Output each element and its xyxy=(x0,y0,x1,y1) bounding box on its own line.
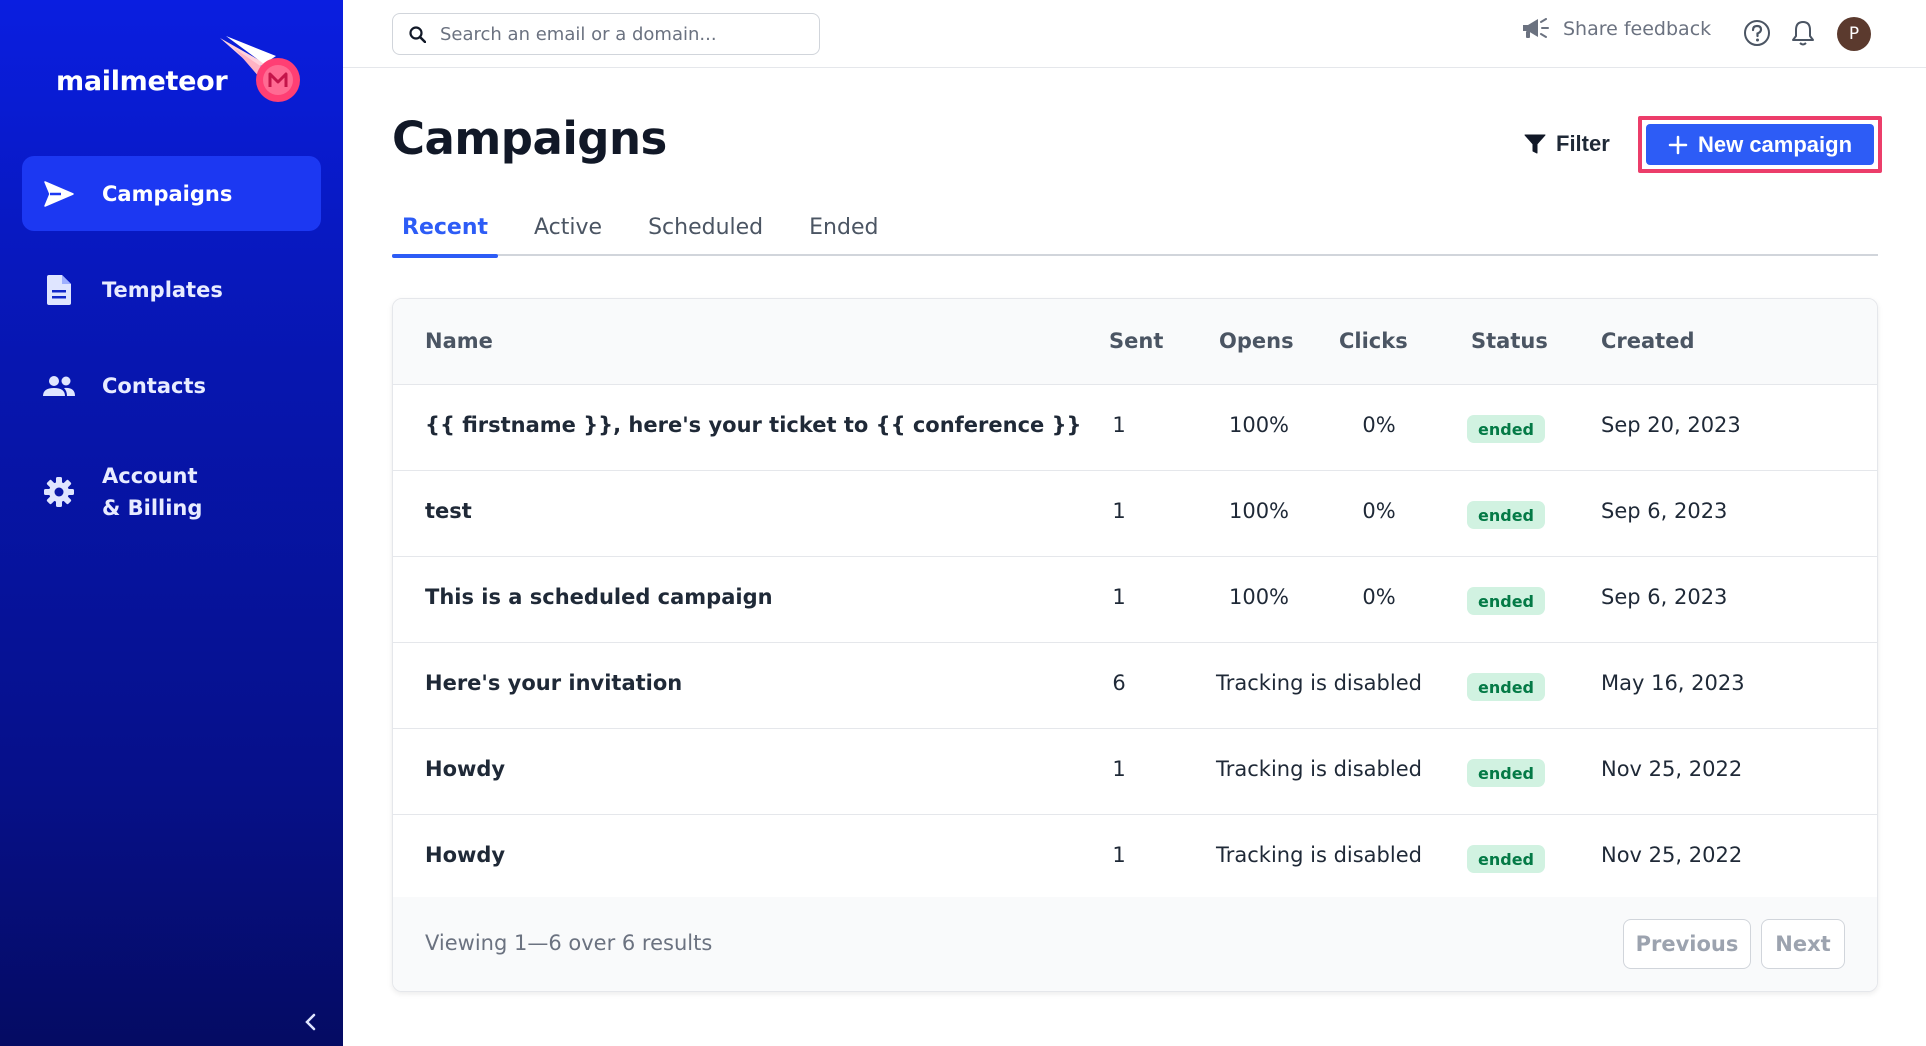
clicks-rate: 0% xyxy=(1362,585,1396,609)
filter-button[interactable]: Filter xyxy=(1502,118,1632,170)
created-date: May 16, 2023 xyxy=(1601,671,1745,695)
campaign-name[interactable]: Howdy xyxy=(425,757,505,781)
sidebar-item-account-billing[interactable]: Account & Billing xyxy=(22,444,321,540)
campaign-tabs: Recent Active Scheduled Ended xyxy=(392,208,1878,258)
new-campaign-button[interactable]: New campaign xyxy=(1646,124,1874,165)
created-date: Sep 20, 2023 xyxy=(1601,413,1741,437)
collapse-sidebar-button[interactable] xyxy=(296,1008,324,1036)
share-feedback-label: Share feedback xyxy=(1563,18,1712,40)
pagination-summary: Viewing 1—6 over 6 results xyxy=(425,931,713,955)
table-row[interactable]: test 1 100% 0% ended Sep 6, 2023 xyxy=(393,471,1877,557)
plus-icon xyxy=(1668,135,1688,154)
status-badge: ended xyxy=(1467,415,1545,443)
logo[interactable]: mailmeteor xyxy=(56,36,300,102)
table-row[interactable]: Howdy 1 Tracking is disabled ended Nov 2… xyxy=(393,729,1877,815)
sent-count: 1 xyxy=(1112,843,1126,867)
send-icon xyxy=(42,177,76,211)
sidebar-item-label: Templates xyxy=(102,277,223,302)
table-row[interactable]: Here's your invitation 6 Tracking is dis… xyxy=(393,643,1877,729)
table-header: Name Sent Opens Clicks Status Created xyxy=(393,299,1877,385)
status-badge: ended xyxy=(1467,587,1545,615)
new-campaign-label: New campaign xyxy=(1697,131,1853,157)
created-date: Nov 25, 2022 xyxy=(1601,843,1743,867)
new-campaign-highlight: New campaign xyxy=(1638,116,1882,173)
tab-ended[interactable]: Ended xyxy=(799,208,888,256)
created-date: Nov 25, 2022 xyxy=(1601,757,1743,781)
top-bar: Share feedback P xyxy=(343,0,1926,68)
sent-count: 1 xyxy=(1112,757,1126,781)
status-badge: ended xyxy=(1467,845,1545,873)
column-header-name[interactable]: Name xyxy=(425,329,493,353)
sidebar-item-contacts[interactable]: Contacts xyxy=(22,348,321,423)
sidebar-item-label: Account & Billing xyxy=(102,460,202,524)
campaign-name[interactable]: This is a scheduled campaign xyxy=(425,585,773,609)
status-badge: ended xyxy=(1467,673,1545,701)
status-badge: ended xyxy=(1467,759,1545,787)
user-avatar[interactable]: P xyxy=(1837,17,1871,51)
sent-count: 6 xyxy=(1112,671,1126,695)
campaign-name[interactable]: Here's your invitation xyxy=(425,671,682,695)
column-header-status[interactable]: Status xyxy=(1471,329,1548,353)
column-header-clicks[interactable]: Clicks xyxy=(1339,329,1408,353)
tab-recent[interactable]: Recent xyxy=(392,208,499,258)
tracking-disabled-text: Tracking is disabled xyxy=(1216,843,1422,867)
opens-rate: 100% xyxy=(1228,585,1290,609)
document-icon xyxy=(42,273,76,307)
campaign-name[interactable]: {{ firstname }}, here's your ticket to {… xyxy=(425,413,1082,437)
status-badge: ended xyxy=(1467,501,1545,529)
column-header-created[interactable]: Created xyxy=(1601,329,1695,353)
sidebar: mailmeteor Campaigns Templates Contacts … xyxy=(0,0,343,1046)
campaigns-table: Name Sent Opens Clicks Status Created {{… xyxy=(392,298,1878,992)
sent-count: 1 xyxy=(1112,413,1126,437)
column-header-opens[interactable]: Opens xyxy=(1219,329,1294,353)
created-date: Sep 6, 2023 xyxy=(1601,499,1728,523)
table-footer: Viewing 1—6 over 6 results Previous Next xyxy=(393,897,1877,991)
tracking-disabled-text: Tracking is disabled xyxy=(1216,757,1422,781)
filter-icon xyxy=(1524,134,1546,154)
sent-count: 1 xyxy=(1112,585,1126,609)
search-input[interactable] xyxy=(440,23,800,45)
clicks-rate: 0% xyxy=(1362,413,1396,437)
search-box[interactable] xyxy=(392,13,820,55)
sidebar-item-label-line2: & Billing xyxy=(102,496,203,520)
column-header-sent[interactable]: Sent xyxy=(1109,329,1163,353)
chevron-left-icon xyxy=(305,1013,316,1031)
page-title: Campaigns xyxy=(392,112,667,165)
table-row[interactable]: {{ firstname }}, here's your ticket to {… xyxy=(393,385,1877,471)
opens-rate: 100% xyxy=(1228,413,1290,437)
created-date: Sep 6, 2023 xyxy=(1601,585,1728,609)
filter-label: Filter xyxy=(1556,131,1610,156)
tab-scheduled[interactable]: Scheduled xyxy=(638,208,773,256)
help-icon[interactable] xyxy=(1743,19,1771,51)
sent-count: 1 xyxy=(1112,499,1126,523)
campaign-name[interactable]: Howdy xyxy=(425,843,505,867)
gear-icon xyxy=(42,475,76,509)
tab-active[interactable]: Active xyxy=(524,208,612,256)
campaign-name[interactable]: test xyxy=(425,499,472,523)
sidebar-item-label: Contacts xyxy=(102,373,206,398)
next-page-button[interactable]: Next xyxy=(1761,919,1845,969)
meteor-logo-icon xyxy=(220,36,300,102)
share-feedback-button[interactable]: Share feedback xyxy=(1521,18,1711,40)
table-row[interactable]: Howdy 1 Tracking is disabled ended Nov 2… xyxy=(393,815,1877,901)
table-row[interactable]: This is a scheduled campaign 1 100% 0% e… xyxy=(393,557,1877,643)
sidebar-item-templates[interactable]: Templates xyxy=(22,252,321,327)
tracking-disabled-text: Tracking is disabled xyxy=(1216,671,1422,695)
users-icon xyxy=(42,369,76,403)
sidebar-item-campaigns[interactable]: Campaigns xyxy=(22,156,321,231)
sidebar-item-label: Campaigns xyxy=(102,181,233,206)
sidebar-nav: Campaigns Templates Contacts Account & B… xyxy=(22,156,321,561)
search-icon xyxy=(409,25,426,43)
clicks-rate: 0% xyxy=(1362,499,1396,523)
sidebar-item-label-line1: Account xyxy=(102,464,198,488)
notifications-bell-icon[interactable] xyxy=(1791,19,1815,51)
previous-page-button[interactable]: Previous xyxy=(1623,919,1751,969)
megaphone-icon xyxy=(1523,18,1549,38)
logo-text: mailmeteor xyxy=(56,66,228,97)
opens-rate: 100% xyxy=(1228,499,1290,523)
